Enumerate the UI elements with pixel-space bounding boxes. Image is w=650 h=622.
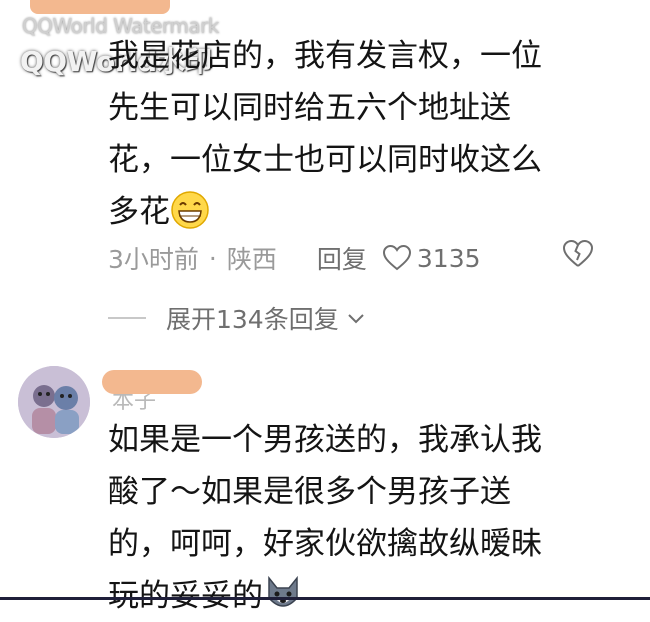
divider-dash [108, 317, 146, 319]
comment-line-text: 玩的妥妥的 [108, 578, 263, 614]
comment-line: 花，一位女士也可以同时收这么 [108, 142, 542, 178]
comment-line: 我是花店的，我有发言权，一位 [108, 38, 542, 74]
expand-replies-label: 展开134条回复 [166, 305, 339, 334]
wolf-face-icon [268, 575, 298, 607]
reply-button[interactable]: 回复 [317, 240, 367, 276]
comment-time: 3小时前 [108, 245, 199, 274]
meta-separator: · [208, 243, 217, 273]
broken-heart-icon[interactable] [563, 240, 593, 268]
like-button[interactable]: 3135 [382, 243, 481, 273]
avatar[interactable] [18, 366, 90, 438]
comment-meta: 3小时前 · 陕西 回复 3135 [108, 238, 481, 278]
comment-line: 的，呵呵，好家伙欲擒故纵暧昧 [108, 526, 542, 562]
comment-location: 陕西 [226, 245, 277, 274]
comment-line: 先生可以同时给五六个地址送 [108, 90, 511, 126]
comment-line-last: 多花 [108, 186, 608, 238]
redacted-username-top [30, 0, 170, 14]
avatar-image [18, 366, 90, 438]
comment-line-text: 多花 [108, 194, 170, 230]
grinning-face-icon [171, 191, 209, 229]
comment-body: 如果是一个男孩送的，我承认我 酸了～如果是很多个男孩子送 的，呵呵，好家伙欲擒故… [108, 414, 608, 622]
redacted-username [102, 370, 202, 394]
comment-line: 酸了～如果是很多个男孩子送 [108, 474, 511, 510]
chevron-down-icon [348, 314, 364, 324]
comment-body: 我是花店的，我有发言权，一位 先生可以同时给五六个地址送 花，一位女士也可以同时… [108, 30, 608, 238]
comment-line-last: 玩的妥妥的 [108, 570, 608, 622]
expand-replies-button[interactable]: 展开134条回复 [108, 300, 367, 336]
heart-icon [382, 245, 411, 271]
comment-line: 如果是一个男孩送的，我承认我 [108, 422, 542, 458]
like-count: 3135 [416, 243, 481, 273]
